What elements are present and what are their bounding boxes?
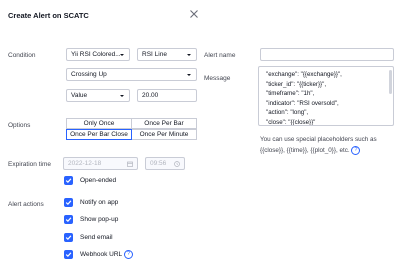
calendar-icon [127,161,133,167]
option-once-per-bar-label: Once Per Bar [144,120,184,127]
help-icon[interactable]: ? [124,250,133,259]
condition-source-select[interactable]: Yii RSI Colored... [66,48,130,61]
close-icon[interactable] [189,9,199,19]
checkmark-icon [65,252,72,258]
clock-icon [174,161,180,167]
expiration-time-input[interactable]: 09:56 [145,157,185,170]
condition-operator-value: Crossing Up [71,71,107,78]
option-only-once-label: Only Once [83,120,115,127]
checkmark-icon [65,200,72,206]
dialog-title: Create Alert on SCATC [8,11,89,20]
placeholder-hint: You can use special placeholders such as… [260,135,400,156]
option-once-per-bar-close[interactable]: Once Per Bar Close [66,129,132,140]
chevron-down-icon [186,72,192,78]
help-icon[interactable]: ? [351,145,361,155]
webhook-url-label: Webhook URL [80,251,123,258]
send-email-label: Send email [80,234,113,241]
notify-on-app-checkbox[interactable] [64,198,73,207]
message-scrollbar[interactable] [389,70,392,94]
expiration-time-value: 09:56 [150,160,167,167]
option-once-per-minute[interactable]: Once Per Minute [131,129,197,140]
show-popup-label: Show pop-up [80,216,119,223]
condition-operator-select[interactable]: Crossing Up [66,68,197,81]
show-popup-checkbox[interactable] [64,215,73,224]
placeholder-hint-line1: You can use special placeholders such as [260,136,377,143]
chevron-down-icon [119,93,125,99]
webhook-url-checkbox[interactable] [64,250,73,259]
alert-name-input[interactable] [260,48,394,61]
placeholder-hint-line2: {{close}}, {{time}}, {{plot_0}}, etc. [260,146,350,154]
value-type-value: Value [71,92,88,99]
notify-on-app-label: Notify on app [80,199,119,206]
option-only-once[interactable]: Only Once [66,118,132,129]
checkmark-icon [65,178,72,184]
alert-actions-label: Alert actions [8,201,44,208]
open-ended-checkbox[interactable] [64,176,73,185]
alert-name-label: Alert name [204,52,236,59]
option-once-per-minute-label: Once Per Minute [139,131,189,138]
condition-line-value: RSI Line [142,51,167,58]
send-email-checkbox[interactable] [64,233,73,242]
value-input[interactable]: 20.00 [137,89,197,102]
option-once-per-bar-close-label: Once Per Bar Close [70,131,128,138]
condition-source-value: Yii RSI Colored... [71,51,121,58]
expiration-label: Expiration time [8,161,51,168]
condition-label: Condition [8,52,36,59]
value-type-select[interactable]: Value [66,89,130,102]
open-ended-label: Open-ended [80,177,117,184]
chevron-down-icon [119,52,125,58]
option-once-per-bar[interactable]: Once Per Bar [131,118,197,129]
message-textarea[interactable]: "exchange": "{{exchange}}", "ticker_id":… [258,66,394,126]
expiration-date-input[interactable]: 2022-12-18 [63,157,138,170]
checkmark-icon [65,235,72,241]
condition-line-select[interactable]: RSI Line [137,48,197,61]
message-label: Message [204,75,231,82]
value-input-text: 20.00 [142,92,159,99]
options-label: Options [8,122,31,129]
checkmark-icon [65,217,72,223]
chevron-down-icon [186,52,192,58]
expiration-date-value: 2022-12-18 [68,160,102,167]
